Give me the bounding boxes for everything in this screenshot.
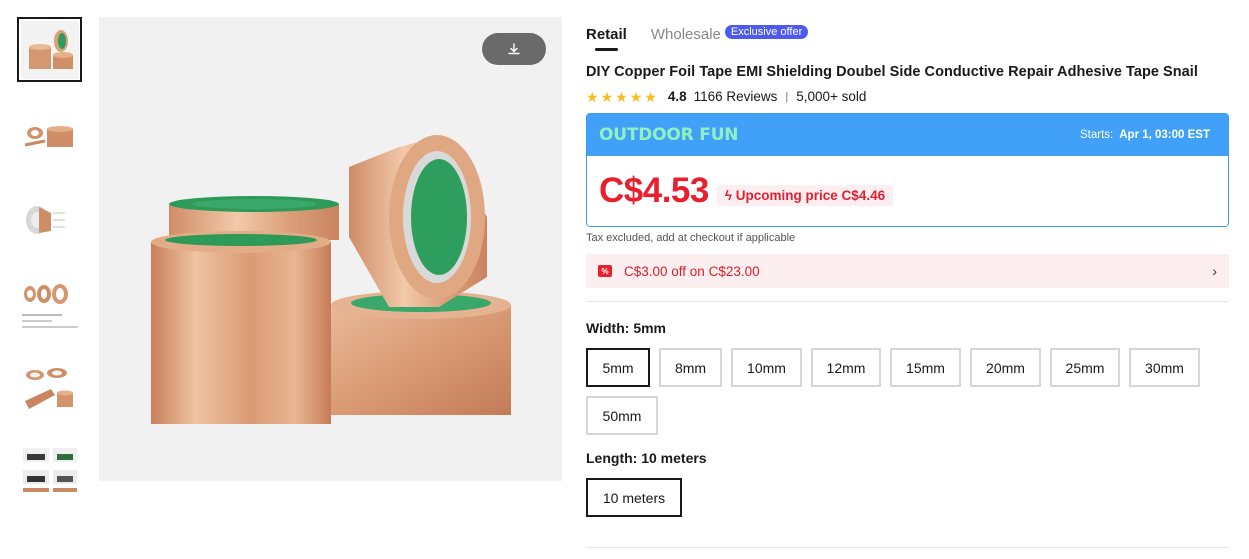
rating-value: 4.8 bbox=[667, 89, 687, 104]
copper-tape-usage-thumbnail-image bbox=[22, 448, 77, 492]
starts-value: Apr 1, 03:00 EST bbox=[1119, 129, 1210, 141]
length-label-text: Length: bbox=[586, 450, 638, 466]
width-option-20mm[interactable]: 20mm bbox=[970, 348, 1041, 387]
thumbnail-3[interactable] bbox=[17, 187, 82, 252]
width-label-text: Width: bbox=[586, 320, 630, 336]
sold-count: 5,000+ sold bbox=[796, 89, 867, 104]
length-label: Length: 10 meters bbox=[586, 450, 1229, 466]
promo-card: OUTDOOR FUN Starts: Apr 1, 03:00 EST C$4.… bbox=[586, 113, 1229, 227]
coupon-icon: % bbox=[598, 265, 612, 277]
thumbnail-4[interactable] bbox=[17, 272, 82, 337]
coupon-text: C$3.00 off on C$23.00 bbox=[624, 263, 760, 279]
star-rating[interactable]: ★ ★ ★ ★ ★ bbox=[586, 90, 659, 104]
width-label: Width: 5mm bbox=[586, 320, 1229, 336]
thumbnail-6[interactable] bbox=[17, 442, 82, 492]
chevron-right-icon: › bbox=[1212, 263, 1217, 279]
upcoming-price: ϟ Upcoming price C$4.46 bbox=[716, 184, 894, 206]
main-product-image[interactable] bbox=[99, 17, 562, 481]
width-option-15mm[interactable]: 15mm bbox=[890, 348, 961, 387]
star-icon: ★ bbox=[644, 88, 657, 105]
width-options: 5mm 8mm 10mm 12mm 15mm 20mm 25mm 30mm 50… bbox=[586, 348, 1229, 444]
copper-tape-diagram-thumbnail-image bbox=[25, 205, 65, 234]
tax-note: Tax excluded, add at checkout if applica… bbox=[586, 232, 796, 244]
width-option-12mm[interactable]: 12mm bbox=[811, 348, 881, 387]
width-option-8mm[interactable]: 8mm bbox=[659, 348, 722, 387]
length-selected-value: 10 meters bbox=[641, 450, 707, 466]
star-icon: ★ bbox=[615, 88, 628, 105]
copper-tape-rolls-image bbox=[99, 17, 562, 481]
coupon-banner[interactable]: % C$3.00 off on C$23.00 › bbox=[586, 254, 1229, 288]
copper-tape-size-thumbnail-image bbox=[21, 283, 78, 328]
width-option-30mm[interactable]: 30mm bbox=[1129, 348, 1200, 387]
width-selected-value: 5mm bbox=[633, 320, 666, 336]
product-info-panel: Retail Wholesale Exclusive offer DIY Cop… bbox=[586, 17, 1229, 526]
starts-label: Starts: bbox=[1080, 129, 1114, 141]
exclusive-offer-badge: Exclusive offer bbox=[724, 25, 809, 39]
width-option-25mm[interactable]: 25mm bbox=[1050, 348, 1120, 387]
promo-brand: OUTDOOR FUN bbox=[599, 125, 739, 145]
separator: | bbox=[785, 90, 789, 103]
thumbnail-1[interactable] bbox=[17, 17, 82, 82]
width-option-5mm[interactable]: 5mm bbox=[586, 348, 650, 387]
length-option-10-meters[interactable]: 10 meters bbox=[586, 478, 682, 517]
tab-retail[interactable]: Retail bbox=[586, 17, 627, 51]
rating-row: ★ ★ ★ ★ ★ 4.8 1166 Reviews | 5,000+ sold bbox=[586, 89, 1229, 104]
star-icon: ★ bbox=[586, 88, 599, 105]
length-options: 10 meters bbox=[586, 478, 1229, 526]
thumbnail-2[interactable] bbox=[17, 102, 82, 167]
reviews-link[interactable]: 1166 Reviews bbox=[694, 89, 778, 104]
copper-tape-thumbnail-image bbox=[20, 20, 79, 79]
divider bbox=[586, 547, 1229, 548]
current-price: C$4.53 bbox=[599, 171, 709, 210]
lightning-icon: ϟ bbox=[724, 187, 733, 203]
tab-wholesale[interactable]: Wholesale bbox=[651, 17, 721, 51]
promo-header: OUTDOOR FUN Starts: Apr 1, 03:00 EST bbox=[587, 114, 1228, 156]
copper-tape-thumbnail-image bbox=[24, 125, 73, 147]
star-icon: ★ bbox=[629, 88, 643, 105]
thumbnail-list bbox=[17, 17, 82, 512]
purchase-type-tabs: Retail Wholesale Exclusive offer bbox=[586, 17, 1229, 51]
width-option-50mm[interactable]: 50mm bbox=[586, 396, 658, 435]
width-option-10mm[interactable]: 10mm bbox=[731, 348, 802, 387]
promo-price-row: C$4.53 ϟ Upcoming price C$4.46 bbox=[587, 156, 1228, 226]
star-icon: ★ bbox=[600, 88, 614, 105]
upcoming-price-text: Upcoming price C$4.46 bbox=[735, 187, 886, 203]
copper-tape-thumbnail-image bbox=[24, 367, 73, 409]
thumbnail-5[interactable] bbox=[17, 357, 82, 422]
divider bbox=[586, 301, 1229, 302]
download-button[interactable] bbox=[482, 33, 546, 65]
download-icon bbox=[508, 43, 520, 55]
promo-start-time: Starts: Apr 1, 03:00 EST bbox=[1080, 129, 1210, 141]
product-title: DIY Copper Foil Tape EMI Shielding Doube… bbox=[586, 64, 1198, 80]
